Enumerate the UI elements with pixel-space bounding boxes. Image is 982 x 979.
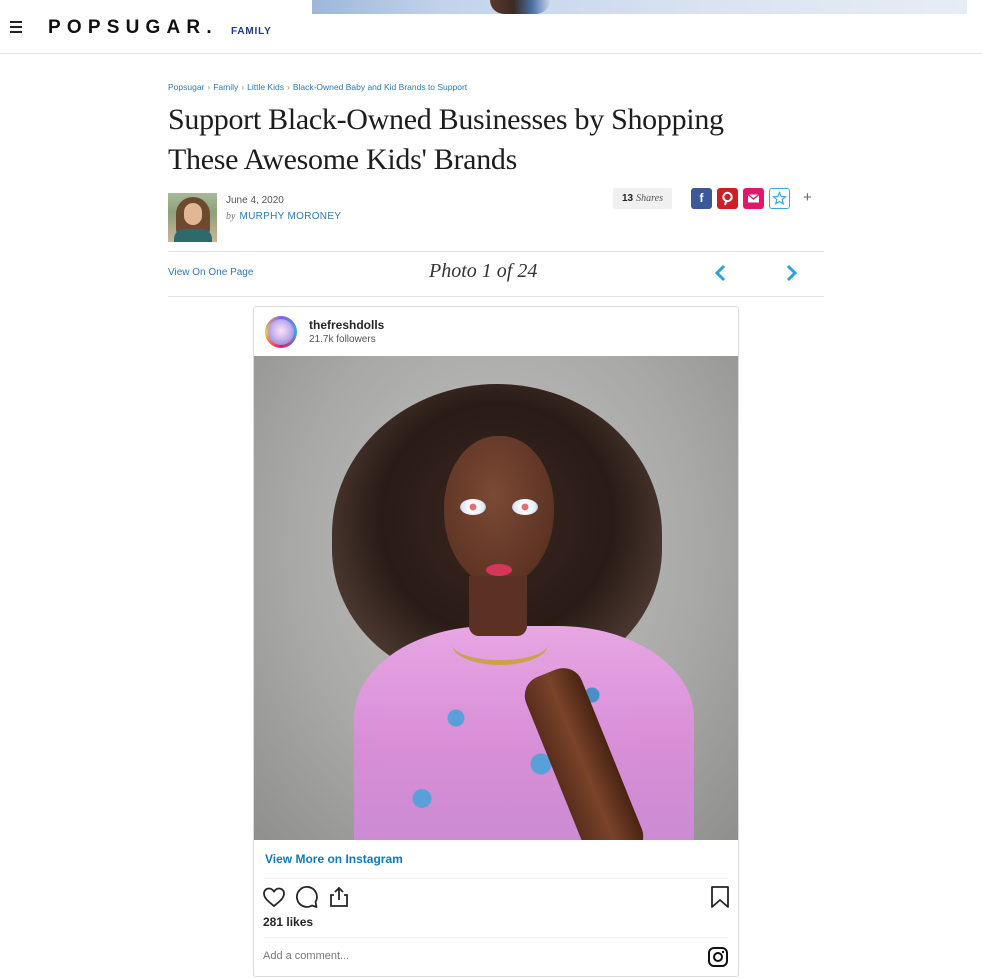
facebook-icon: f xyxy=(699,191,704,205)
instagram-logo-button[interactable] xyxy=(708,947,728,967)
byline: by MURPHY MORONEY xyxy=(226,211,341,222)
article-title: Support Black-Owned Businesses by Shoppi… xyxy=(168,103,724,176)
previous-photo-button[interactable] xyxy=(713,263,729,283)
hamburger-menu-icon[interactable] xyxy=(10,21,22,33)
star-icon xyxy=(771,190,788,206)
comment-input[interactable] xyxy=(263,950,663,962)
ad-banner[interactable] xyxy=(312,0,967,14)
like-button[interactable] xyxy=(262,885,286,909)
chevron-left-icon xyxy=(714,264,726,282)
bookmark-button[interactable] xyxy=(708,885,732,909)
shares-number: 13 xyxy=(622,193,634,204)
envelope-icon xyxy=(747,193,760,203)
more-share-options-button[interactable]: + xyxy=(803,189,812,206)
bookmark-icon xyxy=(711,886,729,908)
by-label: by xyxy=(226,211,236,222)
divider xyxy=(264,937,728,938)
share-button[interactable] xyxy=(327,885,351,909)
next-photo-button[interactable] xyxy=(783,263,799,283)
divider xyxy=(168,296,824,297)
instagram-profile-avatar[interactable] xyxy=(265,316,297,348)
view-on-one-page-link[interactable]: View On One Page xyxy=(168,267,253,278)
breadcrumb-current-page[interactable]: Black-Owned Baby and Kid Brands to Suppo… xyxy=(293,82,467,92)
instagram-username[interactable]: thefreshdolls xyxy=(309,318,384,332)
breadcrumb-family[interactable]: Family xyxy=(213,82,238,92)
heart-icon xyxy=(263,887,285,908)
pinterest-icon xyxy=(722,191,733,206)
breadcrumb: Popsugar › Family › Little Kids › Black-Owned … xyxy=(168,82,468,92)
popsugar-logo[interactable]: POPSUGAR. xyxy=(48,17,218,39)
chevron-right-icon xyxy=(786,264,798,282)
save-button[interactable] xyxy=(769,188,790,209)
shares-label: Shares xyxy=(636,193,663,204)
instagram-followers: 21.7k followers xyxy=(309,334,376,345)
divider xyxy=(168,251,824,252)
instagram-logo-icon xyxy=(708,947,728,967)
publish-date: June 4, 2020 xyxy=(226,195,284,206)
likes-count: 281 likes xyxy=(263,915,314,929)
author-link[interactable]: MURPHY MORONEY xyxy=(239,211,341,222)
email-share-button[interactable] xyxy=(743,188,764,209)
share-icon xyxy=(330,886,348,907)
speech-bubble-icon xyxy=(296,886,318,908)
section-label[interactable]: FAMILY xyxy=(231,26,272,37)
shares-count: 13 Shares xyxy=(613,188,672,209)
breadcrumb-popsugar[interactable]: Popsugar xyxy=(168,82,204,92)
divider xyxy=(264,878,728,879)
breadcrumb-little-kids[interactable]: Little Kids xyxy=(247,82,284,92)
facebook-share-button[interactable]: f xyxy=(691,188,712,209)
comment-button[interactable] xyxy=(295,885,319,909)
photo-counter: Photo 1 of 24 xyxy=(429,260,538,282)
author-avatar[interactable] xyxy=(168,193,217,242)
view-more-on-instagram-link[interactable]: View More on Instagram xyxy=(265,852,403,866)
instagram-post-image[interactable] xyxy=(254,356,738,840)
instagram-embed: thefreshdolls 21.7k followers View More … xyxy=(253,306,739,977)
pinterest-share-button[interactable] xyxy=(717,188,738,209)
site-header: POPSUGAR. FAMILY xyxy=(0,0,982,54)
